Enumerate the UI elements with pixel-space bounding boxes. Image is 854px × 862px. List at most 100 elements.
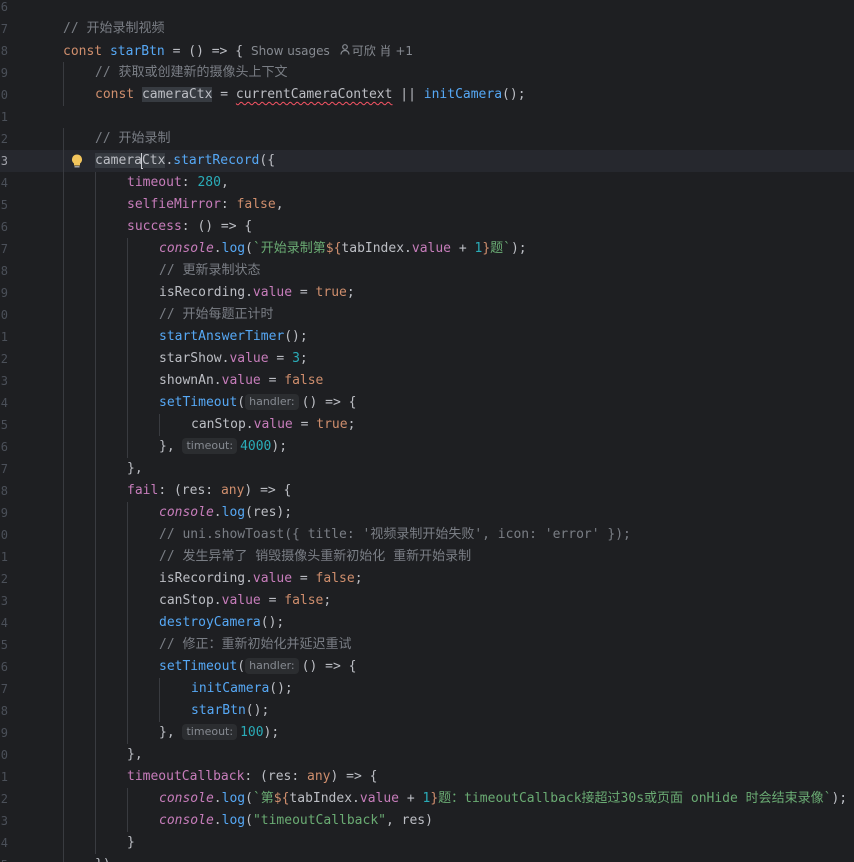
code-line[interactable]: 9 // 获取或创建新的摄像头上下文 xyxy=(0,62,854,84)
code-line[interactable]: 2 // 开始录制 xyxy=(0,128,854,150)
code-line[interactable]: 6 xyxy=(0,0,854,18)
indent-guide xyxy=(63,128,64,150)
indent-guide xyxy=(63,612,64,634)
code-line[interactable]: 6}, timeout: 4000); xyxy=(0,436,854,458)
code-line[interactable]: 9 isRecording.value = true; xyxy=(0,282,854,304)
code-line[interactable]: 2 isRecording.value = false; xyxy=(0,568,854,590)
code-line[interactable]: 4} xyxy=(0,832,854,854)
code-token: isRecording xyxy=(159,571,246,586)
code-token: setTimeout xyxy=(159,659,238,674)
lightbulb-icon[interactable] xyxy=(70,150,84,172)
code-token: false xyxy=(315,571,355,586)
line-number: 6 xyxy=(0,220,8,234)
code-line[interactable]: 5 selfieMirror: false, xyxy=(0,194,854,216)
code-token: timeoutCallback xyxy=(127,769,245,784)
code-line[interactable]: 3 shownAn.value = false xyxy=(0,370,854,392)
code-line[interactable]: 3 cameraCtx.startRecord({ xyxy=(0,150,854,172)
code-line[interactable]: 5 // 修正：重新初始化并延迟重试 xyxy=(0,634,854,656)
code-text: // 开始录制视频 xyxy=(63,18,164,40)
code-line[interactable]: 8 fail: (res: any) => { xyxy=(0,480,854,502)
code-text: }) xyxy=(95,854,111,862)
code-text: setTimeout(handler:() => { xyxy=(159,656,356,678)
code-token: (); xyxy=(284,329,308,344)
code-line[interactable]: 3 console.log("timeoutCallback", res) xyxy=(0,810,854,832)
code-token: value xyxy=(221,593,261,608)
code-line[interactable]: 7 initCamera(); xyxy=(0,678,854,700)
code-line[interactable]: 4 setTimeout(handler:() => { xyxy=(0,392,854,414)
code-line[interactable]: 2 starShow.value = 3; xyxy=(0,348,854,370)
line-number: 7 xyxy=(0,22,8,36)
indent-guide xyxy=(63,502,64,524)
code-text: const starBtn = () => {Show usages 可欣 肖 +… xyxy=(63,40,413,63)
parameter-hint: timeout: xyxy=(182,438,238,454)
code-line[interactable]: 6 setTimeout(handler:() => { xyxy=(0,656,854,678)
code-text: isRecording.value = false; xyxy=(159,568,363,590)
code-line[interactable]: 5}) xyxy=(0,854,854,862)
code-token: . xyxy=(245,285,253,300)
code-token: starBtn xyxy=(109,44,165,59)
code-line[interactable]: 9}, timeout: 100); xyxy=(0,722,854,744)
indent-guide xyxy=(95,788,96,810)
code-line[interactable]: 0}, xyxy=(0,744,854,766)
code-token: . xyxy=(404,241,412,256)
code-line[interactable]: 6 success: () => { xyxy=(0,216,854,238)
author-link[interactable]: 可欣 肖 +1 xyxy=(352,44,413,58)
line-number: 8 xyxy=(0,704,8,718)
code-token: }, xyxy=(127,461,143,476)
code-line[interactable]: 8 // 更新录制状态 xyxy=(0,260,854,282)
code-line[interactable]: 4 timeout: 280, xyxy=(0,172,854,194)
indent-guide xyxy=(63,62,64,84)
indent-guide xyxy=(63,436,64,458)
code-text: canStop.value = false; xyxy=(159,590,331,612)
code-line[interactable]: 2 console.log(`第${tabIndex.value + 1}题：ti… xyxy=(0,788,854,810)
indent-guide xyxy=(95,304,96,326)
indent-guide xyxy=(63,766,64,788)
code-token: || xyxy=(392,87,424,102)
code-line[interactable]: 5 canStop.value = true; xyxy=(0,414,854,436)
indent-guide xyxy=(95,260,96,282)
code-line[interactable]: 7 // 开始录制视频 xyxy=(0,18,854,40)
code-line[interactable]: 4 destroyCamera(); xyxy=(0,612,854,634)
show-usages-link[interactable]: Show usages xyxy=(251,44,330,58)
code-line[interactable]: 8 const starBtn = () => {Show usages 可欣 肖 … xyxy=(0,40,854,62)
code-token: cameraCtx xyxy=(141,87,213,102)
code-line[interactable]: 1 xyxy=(0,106,854,128)
code-token: . xyxy=(352,791,360,806)
indent-guide xyxy=(95,172,96,194)
code-line[interactable]: 0 // uni.showToast({ title: '视频录制开始失败', i… xyxy=(0,524,854,546)
indent-guide xyxy=(127,260,128,282)
indent-guide xyxy=(127,502,128,524)
code-token: fail xyxy=(127,483,159,498)
line-number: 7 xyxy=(0,242,8,256)
indent-guide xyxy=(63,392,64,414)
code-line[interactable]: 3 canStop.value = false; xyxy=(0,590,854,612)
code-line[interactable]: 7}, xyxy=(0,458,854,480)
code-line[interactable]: 1 startAnswerTimer(); xyxy=(0,326,854,348)
code-token: initCamera xyxy=(191,681,270,696)
indent-guide xyxy=(127,282,128,304)
code-token: canStop xyxy=(191,417,246,432)
indent-guide xyxy=(95,810,96,832)
code-token: `第 xyxy=(252,791,274,806)
code-line[interactable]: 8 starBtn(); xyxy=(0,700,854,722)
code-text: initCamera(); xyxy=(191,678,293,700)
code-token: 题` xyxy=(490,241,511,256)
indent-guide xyxy=(127,612,128,634)
code-token: = xyxy=(212,87,236,102)
indent-guide xyxy=(95,238,96,260)
indent-guide xyxy=(95,700,96,722)
indent-guide xyxy=(63,348,64,370)
code-line[interactable]: 0 // 开始每题正计时 xyxy=(0,304,854,326)
code-editor[interactable]: 6 7// 开始录制视频 8 const starBtn = () => {Show … xyxy=(0,0,854,862)
line-number: 4 xyxy=(0,616,8,630)
code-line[interactable]: 0 const cameraCtx = currentCameraContext … xyxy=(0,84,854,106)
indent-guide xyxy=(63,832,64,854)
code-line[interactable]: 1 timeoutCallback: (res: any) => { xyxy=(0,766,854,788)
code-line[interactable]: 1 // 发生异常了 销毁摄像头重新初始化 重新开始录制 xyxy=(0,546,854,568)
code-text: timeout: 280, xyxy=(127,172,229,194)
line-number: 1 xyxy=(0,330,8,344)
code-token: = xyxy=(292,571,316,586)
code-line[interactable]: 9 console.log(res); xyxy=(0,502,854,524)
code-token: // 更新录制状态 xyxy=(159,263,261,278)
code-line[interactable]: 7 console.log(`开始录制第${tabIndex.value + 1}… xyxy=(0,238,854,260)
